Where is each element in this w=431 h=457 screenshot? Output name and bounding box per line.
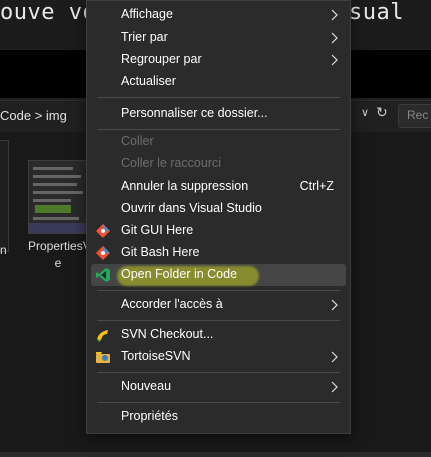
menu-item-label: Nouveau xyxy=(121,379,172,393)
chevron-right-icon xyxy=(331,381,338,393)
menu-item-open-folder-in-code[interactable]: Open Folder in Code xyxy=(87,264,350,286)
menu-item-regrouper-par[interactable]: Regrouper par xyxy=(87,49,350,71)
status-strip xyxy=(0,452,431,457)
menu-item-trier-par[interactable]: Trier par xyxy=(87,27,350,49)
menu-separator xyxy=(97,290,340,291)
shortcut-label: Ctrl+Z xyxy=(299,179,334,193)
menu-item-tortoisesvn[interactable]: TortoiseSVN xyxy=(87,346,350,368)
chevron-right-icon xyxy=(331,54,338,66)
context-menu: Affichage Trier par Regrouper par Actual… xyxy=(86,0,351,434)
menu-item-label: Ouvrir dans Visual Studio xyxy=(121,201,262,215)
chevron-down-icon[interactable]: ∨ xyxy=(361,106,369,119)
chevron-right-icon xyxy=(331,351,338,363)
menu-item-label: Personnaliser ce dossier... xyxy=(121,106,268,120)
menu-item-label: Git GUI Here xyxy=(121,223,194,237)
menu-item-label: Coller le raccourci xyxy=(121,156,222,170)
menu-item-label: Coller xyxy=(121,134,154,148)
file-tile-partial-label: n xyxy=(0,243,7,257)
chevron-right-icon xyxy=(331,32,338,44)
background-title-right: sual xyxy=(349,0,404,25)
menu-item-label: Open Folder in Code xyxy=(121,267,238,281)
vscode-icon xyxy=(96,268,110,282)
menu-item-accorder-acces[interactable]: Accorder l'accès à xyxy=(87,294,350,316)
menu-item-coller-raccourci: Coller le raccourci xyxy=(87,153,350,175)
refresh-icon[interactable]: ↻ xyxy=(376,104,388,121)
menu-item-label: Actualiser xyxy=(121,74,176,88)
menu-item-label: Affichage xyxy=(121,7,173,21)
menu-separator xyxy=(97,129,340,130)
menu-separator xyxy=(97,402,340,403)
menu-item-label: Git Bash Here xyxy=(121,245,200,259)
menu-item-nouveau[interactable]: Nouveau xyxy=(87,376,350,398)
menu-item-label: Trier par xyxy=(121,30,168,44)
menu-item-affichage[interactable]: Affichage xyxy=(87,4,350,26)
breadcrumb[interactable]: Code > img xyxy=(0,108,67,123)
git-diamond-icon xyxy=(96,224,110,238)
menu-item-label: TortoiseSVN xyxy=(121,349,191,363)
menu-item-label: SVN Checkout... xyxy=(121,327,214,341)
file-tile-partial[interactable] xyxy=(0,140,9,252)
menu-separator xyxy=(97,97,340,98)
menu-separator xyxy=(97,320,340,321)
menu-item-ouvrir-visual-studio[interactable]: Ouvrir dans Visual Studio xyxy=(87,198,350,220)
menu-item-personnaliser[interactable]: Personnaliser ce dossier... xyxy=(87,103,350,125)
menu-item-actualiser[interactable]: Actualiser xyxy=(87,71,350,93)
menu-item-label: Propriétés xyxy=(121,409,178,423)
chevron-right-icon xyxy=(331,9,338,21)
menu-item-label: Regrouper par xyxy=(121,52,202,66)
background-title-left: ouve vo xyxy=(0,0,97,25)
menu-item-git-gui[interactable]: Git GUI Here xyxy=(87,220,350,242)
menu-separator xyxy=(97,372,340,373)
tortoise-svn-icon xyxy=(96,352,110,363)
search-placeholder: Rec xyxy=(407,108,429,122)
file-thumbnail[interactable] xyxy=(28,160,90,234)
menu-item-svn-checkout[interactable]: SVN Checkout... xyxy=(87,324,350,346)
menu-item-proprietes[interactable]: Propriétés xyxy=(87,406,350,428)
menu-item-label: Annuler la suppression xyxy=(121,179,249,193)
svn-checkout-icon xyxy=(97,330,108,342)
chevron-right-icon xyxy=(331,299,338,311)
menu-item-coller: Coller xyxy=(87,131,350,153)
file-thumbnail-label: PropertiesV e xyxy=(28,239,91,270)
menu-item-annuler-suppression[interactable]: Annuler la suppression Ctrl+Z xyxy=(87,176,350,198)
menu-item-label: Accorder l'accès à xyxy=(121,297,223,311)
git-diamond-icon xyxy=(96,246,110,260)
menu-item-git-bash[interactable]: Git Bash Here xyxy=(87,242,350,264)
